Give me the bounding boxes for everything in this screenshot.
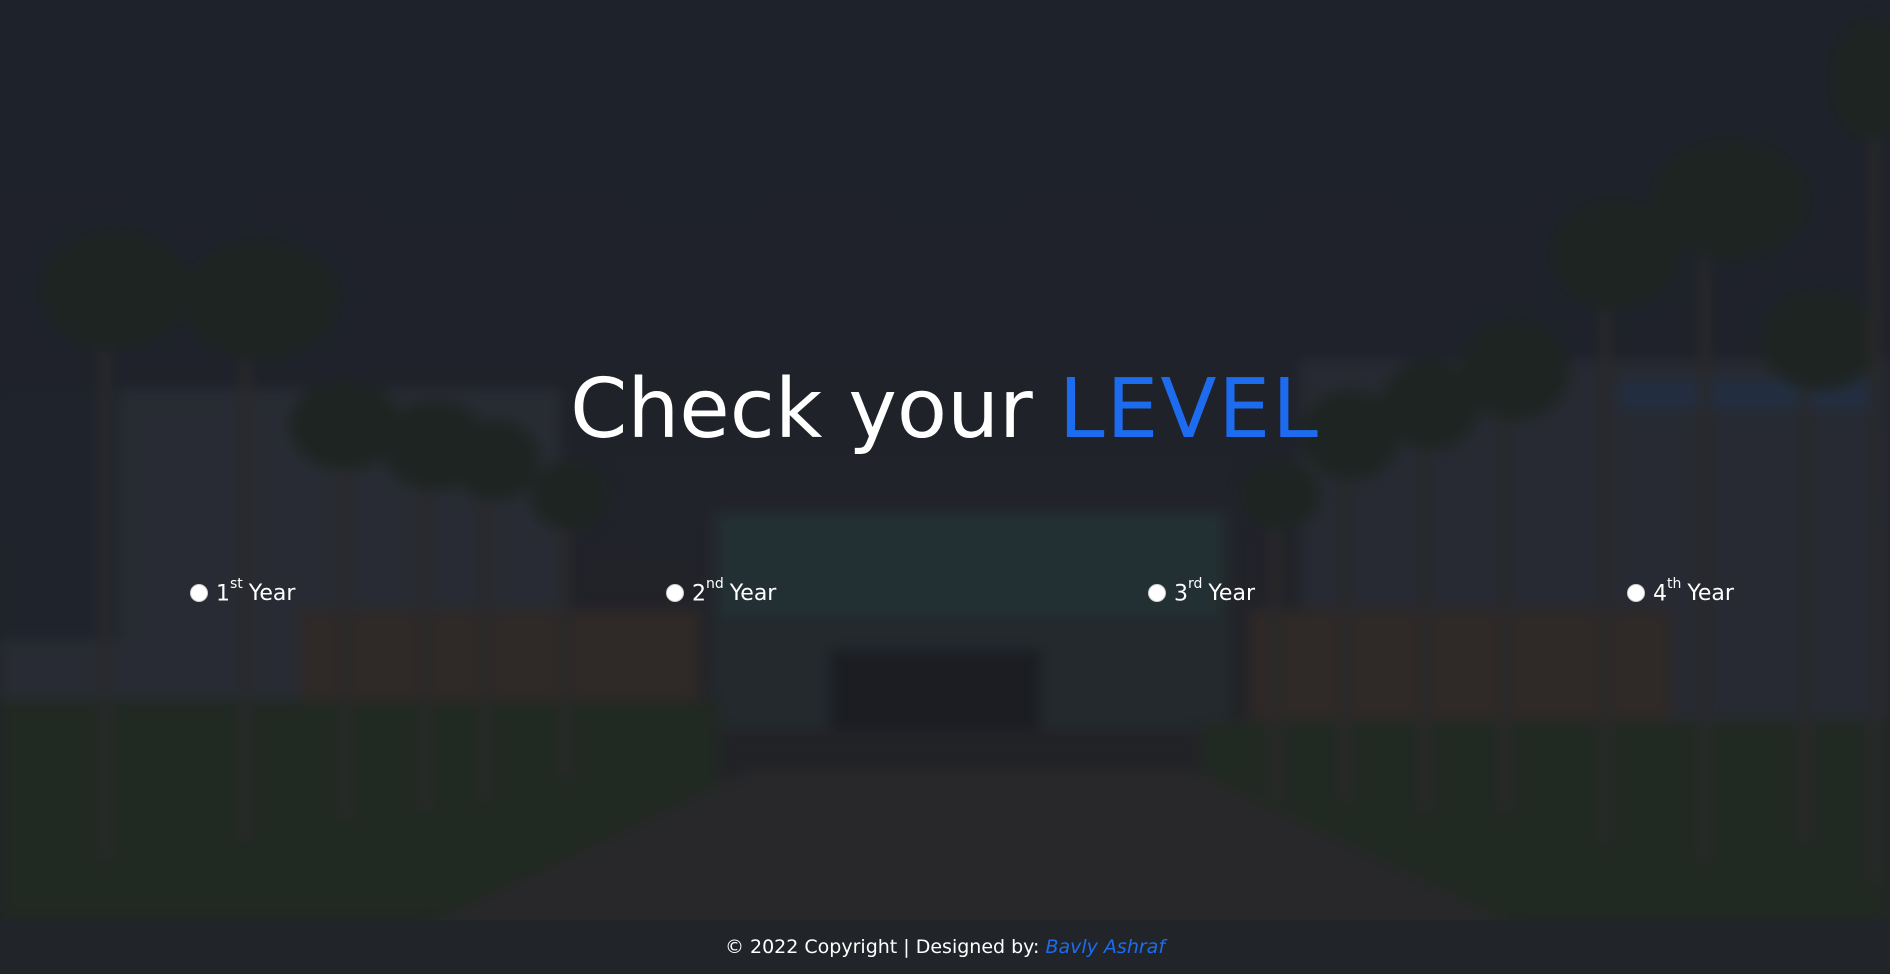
level-number-4: 4 [1653,581,1667,607]
copyright-text: © 2022 Copyright | Designed by: [724,936,1040,958]
level-option-4[interactable]: 4th Year [1627,576,1734,607]
level-select-page: Check your LEVEL 1st Year 2nd Year 3rd Year… [0,0,1890,974]
radio-button-1[interactable] [190,584,208,603]
level-label-2: 2nd Year [692,576,777,607]
level-number-3: 3 [1174,581,1188,607]
level-label-1: 1st Year [216,576,296,607]
level-suffix-2: nd [706,576,724,592]
heading-accent: LEVEL [1058,362,1320,457]
radio-button-4[interactable] [1627,584,1645,603]
level-suffix-1: st [230,576,243,592]
level-word-1: Year [248,581,296,607]
level-suffix-3: rd [1188,576,1203,592]
level-word-3: Year [1208,581,1255,607]
level-word-2: Year [729,581,777,607]
level-number-2: 2 [692,581,706,607]
level-option-2[interactable]: 2nd Year [666,576,777,607]
level-option-3[interactable]: 3rd Year [1148,576,1255,607]
level-number-1: 1 [216,581,230,607]
level-word-4: Year [1687,581,1734,607]
radio-button-2[interactable] [666,584,684,603]
page-heading: Check your LEVEL [0,355,1890,465]
radio-button-3[interactable] [1148,584,1166,603]
page-footer: © 2022 Copyright | Designed by: Bavly As… [0,920,1890,974]
level-label-3: 3rd Year [1174,576,1255,607]
level-suffix-4: th [1667,576,1682,592]
level-options: 1st Year 2nd Year 3rd Year 4th Year [0,576,1890,620]
designer-link[interactable]: Bavly Ashraf [1045,936,1165,958]
level-option-1[interactable]: 1st Year [190,576,296,607]
heading-main: Check your [570,362,1033,457]
level-label-4: 4th Year [1653,576,1734,607]
